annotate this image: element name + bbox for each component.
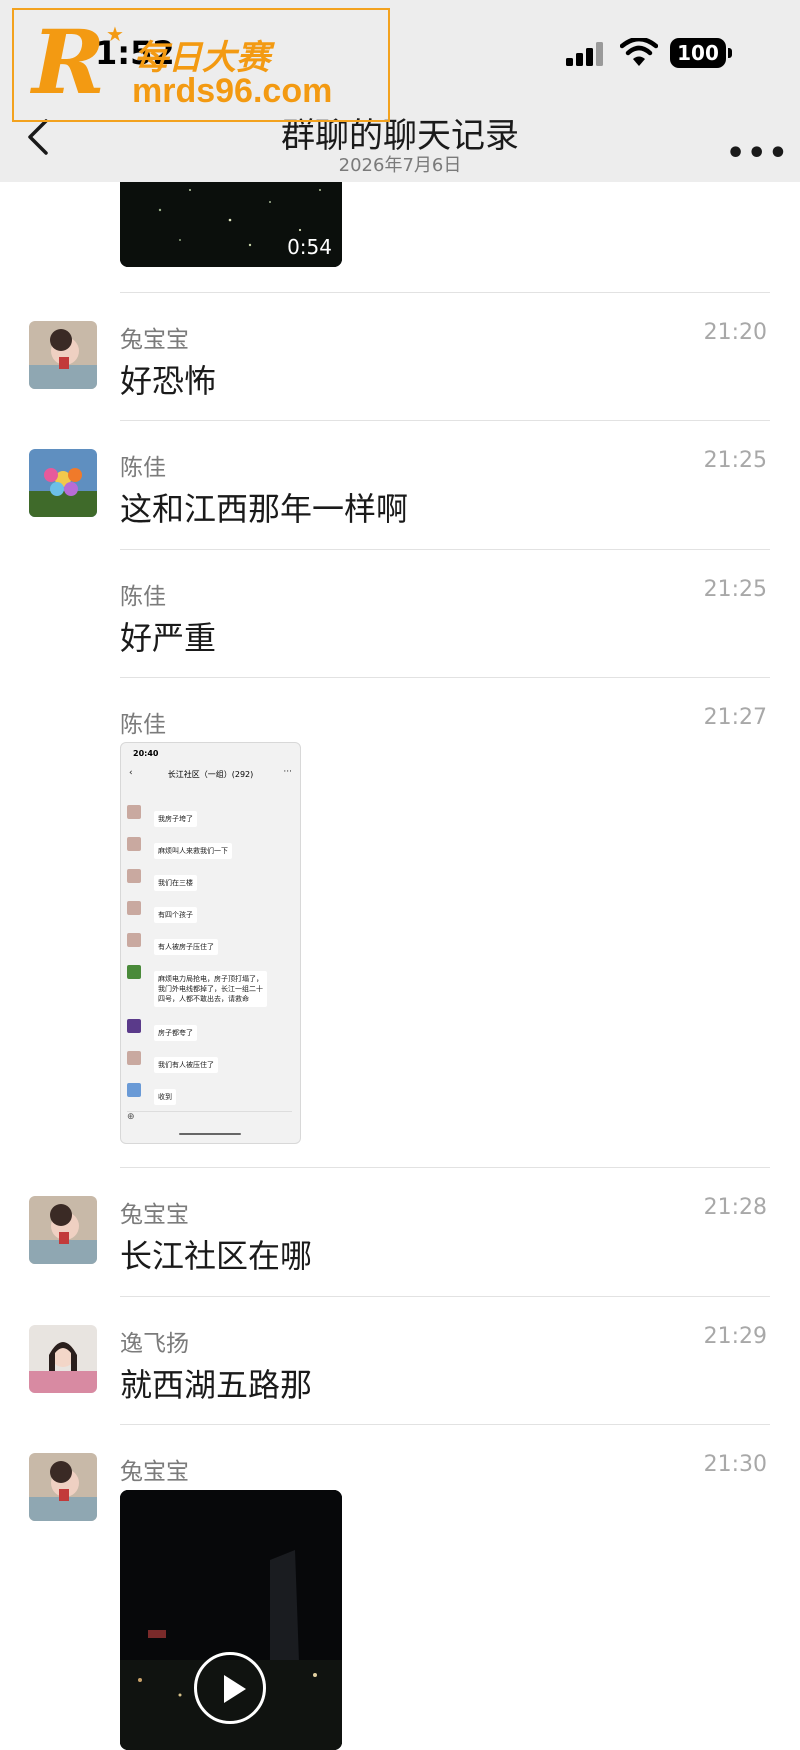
message-time: 21:29 (703, 1324, 767, 1349)
avatar[interactable] (29, 1453, 97, 1521)
avatar[interactable] (29, 1196, 97, 1264)
message-time: 21:30 (703, 1452, 767, 1477)
sender-name: 兔宝宝 (120, 1459, 189, 1485)
message-time: 21:25 (703, 448, 767, 473)
message-text: 好恐怖 (120, 362, 217, 400)
screenshot-bubble: 我房子垮了 (154, 811, 197, 827)
cellular-signal-icon (566, 42, 603, 66)
more-options-icon[interactable]: ••• (726, 136, 790, 171)
message-time: 21:27 (703, 705, 767, 730)
message-time: 21:25 (703, 577, 767, 602)
video-message[interactable] (120, 1490, 342, 1750)
screenshot-status-time: 20:40 (133, 749, 159, 758)
message-item: 陈佳 21:25 好严重 (0, 549, 800, 677)
screenshot-avatar (127, 1083, 141, 1097)
screenshot-avatar (127, 805, 141, 819)
image-message[interactable]: 20:40 ‹ 长江社区（一组）(292) ··· 我房子垮了 麻烦叫人来救我们… (120, 742, 301, 1144)
message-item: 陈佳 21:25 这和江西那年一样啊 (0, 420, 800, 548)
screenshot-bubble: 麻烦叫人来救我们一下 (154, 843, 232, 859)
screenshot-bubble: 我们有人被压住了 (154, 1057, 218, 1073)
screenshot-avatar (127, 1051, 141, 1065)
message-text: 就西湖五路那 (120, 1366, 313, 1404)
screenshot-avatar (127, 901, 141, 915)
screenshot-avatar (127, 1019, 141, 1033)
watermark-url: mrds96.com (132, 72, 333, 110)
screenshot-more-icon: ··· (283, 767, 292, 777)
message-text: 长江社区在哪 (120, 1237, 313, 1275)
message-item: 兔宝宝 21:28 长江社区在哪 (0, 1167, 800, 1295)
screenshot-bubble: 我们在三楼 (154, 875, 197, 891)
sender-name: 陈佳 (120, 712, 166, 738)
message-time: 21:20 (703, 320, 767, 345)
message-time: 21:28 (703, 1195, 767, 1220)
avatar[interactable] (29, 1325, 97, 1393)
battery-icon: 100 (670, 38, 732, 68)
sender-name: 兔宝宝 (120, 327, 189, 353)
sender-name: 逸飞扬 (120, 1331, 189, 1357)
message-text: 这和江西那年一样啊 (120, 490, 409, 528)
sender-name: 陈佳 (120, 455, 166, 481)
star-icon: ★ (106, 22, 124, 46)
watermark-r: R (32, 10, 106, 114)
message-item: 兔宝宝 21:20 好恐怖 (0, 292, 800, 420)
page-date: 2026年7月6日 (338, 155, 462, 176)
play-icon[interactable] (194, 1652, 266, 1724)
screenshot-input-bar: ⊕ (127, 1111, 292, 1126)
screenshot-bubble: 有四个孩子 (154, 907, 197, 923)
watermark-logo: R ★ 每日大赛 mrds96.com (12, 8, 390, 122)
message-text: 好严重 (120, 619, 217, 657)
screenshot-avatar (127, 869, 141, 883)
screenshot-home-indicator (179, 1133, 241, 1135)
screenshot-avatar (127, 837, 141, 851)
screenshot-title: 长江社区（一组）(292) (167, 770, 254, 779)
sender-name: 陈佳 (120, 584, 166, 610)
message-item: 逸飞扬 21:29 就西湖五路那 (0, 1296, 800, 1424)
wifi-icon (620, 38, 658, 66)
screenshot-bubble: 收到 (154, 1089, 176, 1105)
screenshot-bubble: 麻烦电力局抢电，房子顶打塌了， 我门外电线都掉了，长江一组二十 四号，人都不敢出… (154, 971, 267, 1007)
sender-name: 兔宝宝 (120, 1202, 189, 1228)
video-duration: 0:54 (287, 235, 332, 259)
screenshot-bubble: 有人被房子压住了 (154, 939, 218, 955)
avatar[interactable] (29, 449, 97, 517)
screenshot-avatar (127, 965, 141, 979)
screenshot-avatar (127, 933, 141, 947)
avatar[interactable] (29, 321, 97, 389)
screenshot-bubble: 房子都夸了 (154, 1025, 197, 1041)
